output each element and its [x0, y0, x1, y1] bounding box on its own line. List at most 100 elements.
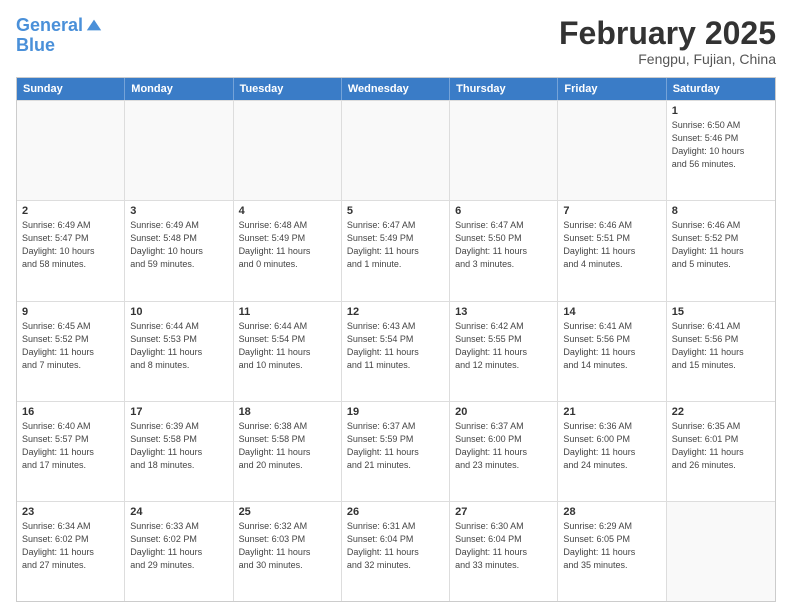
weekday-friday: Friday — [558, 78, 666, 100]
weekday-thursday: Thursday — [450, 78, 558, 100]
cal-cell-r4-c4: 27 Sunrise: 6:30 AM Sunset: 6:04 PM Dayli… — [450, 502, 558, 601]
logo: General Blue — [16, 16, 103, 56]
weekday-tuesday: Tuesday — [234, 78, 342, 100]
day-number: 23 — [22, 506, 119, 518]
day-number: 7 — [563, 205, 660, 217]
header: General Blue February 2025 Fengpu, Fujia… — [16, 16, 776, 67]
day-number: 3 — [130, 205, 227, 217]
calendar-row-0: 1Sunrise: 6:50 AM Sunset: 5:46 PM Daylig… — [17, 100, 775, 200]
day-info: Sunrise: 6:45 AM Sunset: 5:52 PM Dayligh… — [22, 320, 119, 372]
cal-cell-r1-c2: 4Sunrise: 6:48 AM Sunset: 5:49 PM Daylig… — [234, 201, 342, 300]
day-number: 8 — [672, 205, 770, 217]
day-info: Sunrise: 6:47 AM Sunset: 5:49 PM Dayligh… — [347, 219, 444, 271]
day-info: Sunrise: 6:43 AM Sunset: 5:54 PM Dayligh… — [347, 320, 444, 372]
day-info: Sunrise: 6:35 AM Sunset: 6:01 PM Dayligh… — [672, 420, 770, 472]
day-info: Sunrise: 6:34 AM Sunset: 6:02 PM Dayligh… — [22, 520, 119, 572]
day-number: 19 — [347, 406, 444, 418]
cal-cell-r3-c5: 21 Sunrise: 6:36 AM Sunset: 6:00 PM Dayli… — [558, 402, 666, 501]
cal-cell-r3-c6: 22 Sunrise: 6:35 AM Sunset: 6:01 PM Dayli… — [667, 402, 775, 501]
day-info: Sunrise: 6:32 AM Sunset: 6:03 PM Dayligh… — [239, 520, 336, 572]
cal-cell-r0-c3 — [342, 101, 450, 200]
day-number: 18 — [239, 406, 336, 418]
day-info: Sunrise: 6:42 AM Sunset: 5:55 PM Dayligh… — [455, 320, 552, 372]
cal-cell-r2-c4: 13 Sunrise: 6:42 AM Sunset: 5:55 PM Dayli… — [450, 302, 558, 401]
weekday-sunday: Sunday — [17, 78, 125, 100]
cal-cell-r4-c3: 26 Sunrise: 6:31 AM Sunset: 6:04 PM Dayli… — [342, 502, 450, 601]
cal-cell-r1-c6: 8Sunrise: 6:46 AM Sunset: 5:52 PM Daylig… — [667, 201, 775, 300]
weekday-wednesday: Wednesday — [342, 78, 450, 100]
day-number: 14 — [563, 306, 660, 318]
day-info: Sunrise: 6:30 AM Sunset: 6:04 PM Dayligh… — [455, 520, 552, 572]
day-info: Sunrise: 6:31 AM Sunset: 6:04 PM Dayligh… — [347, 520, 444, 572]
cal-cell-r0-c5 — [558, 101, 666, 200]
cal-cell-r0-c1 — [125, 101, 233, 200]
day-info: Sunrise: 6:29 AM Sunset: 6:05 PM Dayligh… — [563, 520, 660, 572]
day-info: Sunrise: 6:38 AM Sunset: 5:58 PM Dayligh… — [239, 420, 336, 472]
day-number: 6 — [455, 205, 552, 217]
cal-cell-r1-c0: 2 Sunrise: 6:49 AM Sunset: 5:47 PM Daylig… — [17, 201, 125, 300]
day-number: 17 — [130, 406, 227, 418]
day-info: Sunrise: 6:44 AM Sunset: 5:54 PM Dayligh… — [239, 320, 336, 372]
day-number: 22 — [672, 406, 770, 418]
day-number: 27 — [455, 506, 552, 518]
cal-cell-r4-c5: 28Sunrise: 6:29 AM Sunset: 6:05 PM Dayli… — [558, 502, 666, 601]
day-number: 2 — [22, 205, 119, 217]
day-number: 20 — [455, 406, 552, 418]
logo-general: General — [16, 15, 83, 35]
calendar-row-4: 23 Sunrise: 6:34 AM Sunset: 6:02 PM Dayli… — [17, 501, 775, 601]
day-info: Sunrise: 6:33 AM Sunset: 6:02 PM Dayligh… — [130, 520, 227, 572]
day-info: Sunrise: 6:49 AM Sunset: 5:47 PM Dayligh… — [22, 219, 119, 271]
cal-cell-r3-c4: 20 Sunrise: 6:37 AM Sunset: 6:00 PM Dayli… — [450, 402, 558, 501]
day-number: 24 — [130, 506, 227, 518]
day-info: Sunrise: 6:41 AM Sunset: 5:56 PM Dayligh… — [672, 320, 770, 372]
day-number: 15 — [672, 306, 770, 318]
day-number: 13 — [455, 306, 552, 318]
month-title: February 2025 — [559, 16, 776, 51]
cal-cell-r3-c1: 17 Sunrise: 6:39 AM Sunset: 5:58 PM Dayli… — [125, 402, 233, 501]
cal-cell-r0-c0 — [17, 101, 125, 200]
day-number: 10 — [130, 306, 227, 318]
cal-cell-r4-c1: 24 Sunrise: 6:33 AM Sunset: 6:02 PM Dayli… — [125, 502, 233, 601]
day-info: Sunrise: 6:49 AM Sunset: 5:48 PM Dayligh… — [130, 219, 227, 271]
cal-cell-r4-c0: 23 Sunrise: 6:34 AM Sunset: 6:02 PM Dayli… — [17, 502, 125, 601]
day-info: Sunrise: 6:37 AM Sunset: 6:00 PM Dayligh… — [455, 420, 552, 472]
day-number: 25 — [239, 506, 336, 518]
calendar-row-1: 2 Sunrise: 6:49 AM Sunset: 5:47 PM Daylig… — [17, 200, 775, 300]
logo-text: General — [16, 16, 83, 36]
day-info: Sunrise: 6:39 AM Sunset: 5:58 PM Dayligh… — [130, 420, 227, 472]
day-info: Sunrise: 6:44 AM Sunset: 5:53 PM Dayligh… — [130, 320, 227, 372]
day-info: Sunrise: 6:47 AM Sunset: 5:50 PM Dayligh… — [455, 219, 552, 271]
day-info: Sunrise: 6:40 AM Sunset: 5:57 PM Dayligh… — [22, 420, 119, 472]
cal-cell-r2-c3: 12 Sunrise: 6:43 AM Sunset: 5:54 PM Dayli… — [342, 302, 450, 401]
cal-cell-r2-c2: 11 Sunrise: 6:44 AM Sunset: 5:54 PM Dayli… — [234, 302, 342, 401]
day-info: Sunrise: 6:46 AM Sunset: 5:51 PM Dayligh… — [563, 219, 660, 271]
day-info: Sunrise: 6:37 AM Sunset: 5:59 PM Dayligh… — [347, 420, 444, 472]
weekday-saturday: Saturday — [667, 78, 775, 100]
day-number: 26 — [347, 506, 444, 518]
day-number: 11 — [239, 306, 336, 318]
logo-icon — [85, 16, 103, 34]
day-info: Sunrise: 6:48 AM Sunset: 5:49 PM Dayligh… — [239, 219, 336, 271]
day-number: 21 — [563, 406, 660, 418]
day-number: 16 — [22, 406, 119, 418]
calendar-body: 1Sunrise: 6:50 AM Sunset: 5:46 PM Daylig… — [17, 100, 775, 601]
cal-cell-r1-c1: 3 Sunrise: 6:49 AM Sunset: 5:48 PM Daylig… — [125, 201, 233, 300]
day-info: Sunrise: 6:41 AM Sunset: 5:56 PM Dayligh… — [563, 320, 660, 372]
calendar-header: Sunday Monday Tuesday Wednesday Thursday… — [17, 78, 775, 100]
cal-cell-r4-c2: 25 Sunrise: 6:32 AM Sunset: 6:03 PM Dayli… — [234, 502, 342, 601]
logo-blue: Blue — [16, 36, 103, 56]
day-info: Sunrise: 6:36 AM Sunset: 6:00 PM Dayligh… — [563, 420, 660, 472]
cal-cell-r0-c4 — [450, 101, 558, 200]
cal-cell-r2-c0: 9 Sunrise: 6:45 AM Sunset: 5:52 PM Daylig… — [17, 302, 125, 401]
title-block: February 2025 Fengpu, Fujian, China — [559, 16, 776, 67]
cal-cell-r3-c0: 16 Sunrise: 6:40 AM Sunset: 5:57 PM Dayli… — [17, 402, 125, 501]
calendar-row-2: 9 Sunrise: 6:45 AM Sunset: 5:52 PM Daylig… — [17, 301, 775, 401]
cal-cell-r3-c2: 18 Sunrise: 6:38 AM Sunset: 5:58 PM Dayli… — [234, 402, 342, 501]
cal-cell-r0-c6: 1Sunrise: 6:50 AM Sunset: 5:46 PM Daylig… — [667, 101, 775, 200]
cal-cell-r1-c5: 7 Sunrise: 6:46 AM Sunset: 5:51 PM Daylig… — [558, 201, 666, 300]
calendar-row-3: 16 Sunrise: 6:40 AM Sunset: 5:57 PM Dayli… — [17, 401, 775, 501]
day-number: 1 — [672, 105, 770, 117]
day-number: 9 — [22, 306, 119, 318]
page: General Blue February 2025 Fengpu, Fujia… — [0, 0, 792, 612]
day-number: 12 — [347, 306, 444, 318]
